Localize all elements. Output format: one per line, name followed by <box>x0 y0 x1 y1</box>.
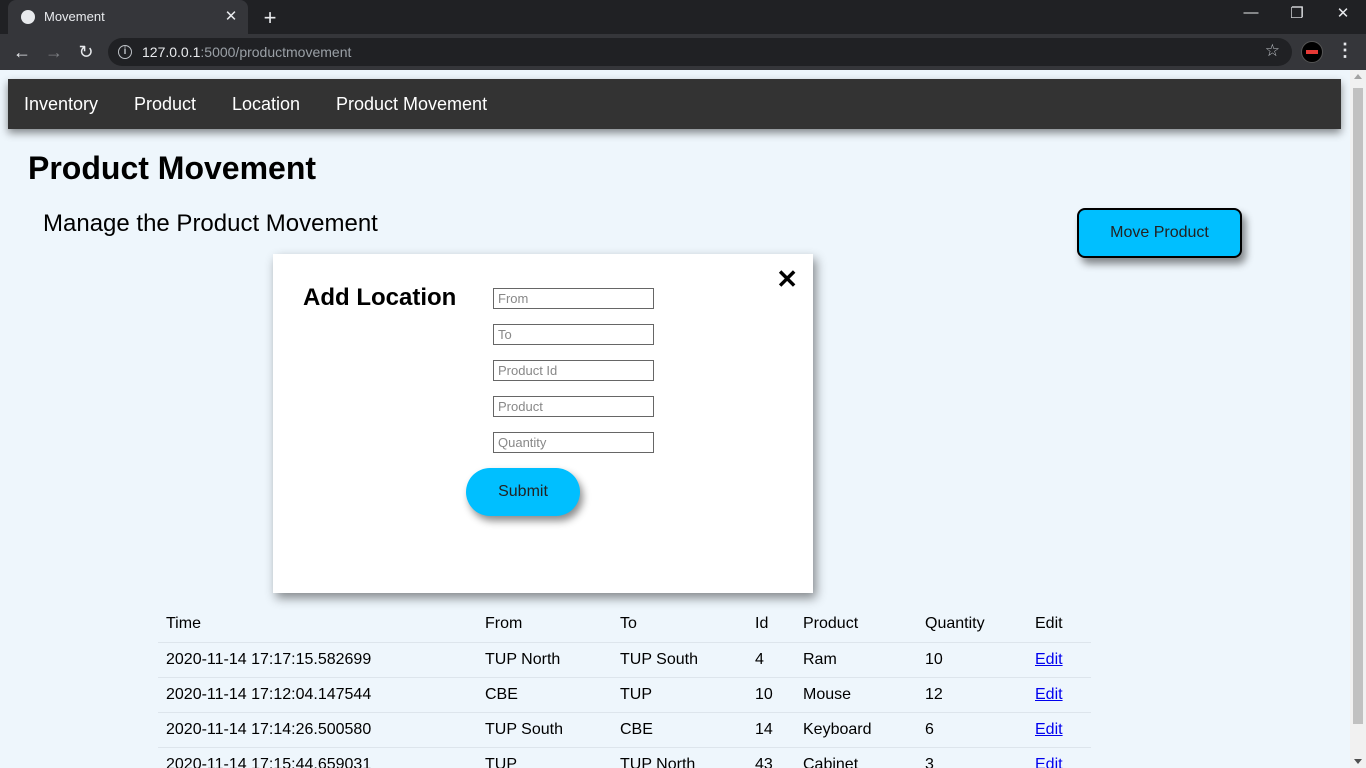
cell-from: TUP <box>477 747 612 768</box>
header-quantity: Quantity <box>917 607 1027 643</box>
cell-quantity: 3 <box>917 747 1027 768</box>
cell-from: TUP South <box>477 712 612 748</box>
cell-to: TUP North <box>612 747 747 768</box>
forward-arrow-icon[interactable]: → <box>42 40 66 64</box>
scrollbar-thumb[interactable] <box>1353 88 1363 724</box>
menu-dots-icon[interactable]: ⋮ <box>1336 40 1354 61</box>
bookmark-star-icon[interactable]: ☆ <box>1265 41 1280 61</box>
tab-title: Movement <box>44 9 105 24</box>
cell-product: Mouse <box>795 677 917 713</box>
cell-quantity: 10 <box>917 642 1027 678</box>
cell-to: TUP South <box>612 642 747 678</box>
header-edit: Edit <box>1027 607 1091 643</box>
cell-edit: Edit <box>1027 712 1091 748</box>
add-location-modal: ✕ Add Location Submit <box>273 254 813 593</box>
cell-id: 43 <box>747 747 795 768</box>
product-id-field[interactable] <box>493 360 654 381</box>
page-viewport: Inventory Product Location Product Movem… <box>0 70 1350 768</box>
url-text: 127.0.0.1:5000/productmovement <box>142 44 351 60</box>
table-header-row: Time From To Id Product Quantity Edit <box>158 607 1091 643</box>
cell-edit: Edit <box>1027 677 1091 713</box>
edit-link[interactable]: Edit <box>1035 721 1063 738</box>
edit-link[interactable]: Edit <box>1035 756 1063 768</box>
cell-quantity: 12 <box>917 677 1027 713</box>
edit-link[interactable]: Edit <box>1035 686 1063 703</box>
header-id: Id <box>747 607 795 643</box>
from-field[interactable] <box>493 288 654 309</box>
quantity-field[interactable] <box>493 432 654 453</box>
tab-close-icon[interactable]: ✕ <box>222 7 240 25</box>
product-field[interactable] <box>493 396 654 417</box>
cell-from: TUP North <box>477 642 612 678</box>
restore-button[interactable]: ❐ <box>1282 4 1312 22</box>
cell-quantity: 6 <box>917 712 1027 748</box>
page-scrollbar[interactable] <box>1350 70 1366 768</box>
globe-icon <box>21 10 35 24</box>
scroll-up-arrow-icon[interactable] <box>1354 74 1362 79</box>
move-product-button[interactable]: Move Product <box>1077 208 1242 258</box>
cell-time: 2020-11-14 17:14:26.500580 <box>158 712 477 748</box>
scroll-down-arrow-icon[interactable] <box>1354 759 1362 764</box>
browser-tab[interactable]: Movement ✕ <box>8 0 248 34</box>
new-tab-button[interactable]: + <box>259 5 281 31</box>
header-product: Product <box>795 607 917 643</box>
cell-edit: Edit <box>1027 747 1091 768</box>
cell-to: CBE <box>612 712 747 748</box>
cell-id: 10 <box>747 677 795 713</box>
nav-item-location[interactable]: Location <box>232 94 300 115</box>
top-navbar: Inventory Product Location Product Movem… <box>8 79 1341 129</box>
cell-product: Keyboard <box>795 712 917 748</box>
header-time: Time <box>158 607 477 643</box>
edit-link[interactable]: Edit <box>1035 651 1063 668</box>
to-field[interactable] <box>493 324 654 345</box>
submit-button[interactable]: Submit <box>466 468 580 516</box>
reload-icon[interactable]: ↻ <box>74 40 98 64</box>
table-row: 2020-11-14 17:14:26.500580 TUP South CBE… <box>158 712 1091 748</box>
header-from: From <box>477 607 612 643</box>
cell-to: TUP <box>612 677 747 713</box>
cell-id: 4 <box>747 642 795 678</box>
cell-id: 14 <box>747 712 795 748</box>
header-to: To <box>612 607 747 643</box>
cell-time: 2020-11-14 17:17:15.582699 <box>158 642 477 678</box>
page-title: Product Movement <box>28 150 317 186</box>
cell-product: Ram <box>795 642 917 678</box>
cell-time: 2020-11-14 17:12:04.147544 <box>158 677 477 713</box>
table-row: 2020-11-14 17:17:15.582699 TUP North TUP… <box>158 642 1091 678</box>
profile-avatar[interactable] <box>1301 41 1323 63</box>
minimize-button[interactable]: — <box>1236 4 1266 21</box>
window-close-button[interactable]: ✕ <box>1328 4 1358 22</box>
modal-title: Add Location <box>303 284 457 311</box>
movement-table: Time From To Id Product Quantity Edit 20… <box>158 607 1091 768</box>
browser-tab-bar: Movement ✕ + — ❐ ✕ <box>0 0 1366 34</box>
page-subtitle: Manage the Product Movement <box>43 210 378 237</box>
close-icon[interactable]: ✕ <box>776 264 798 295</box>
browser-toolbar: ← → ↻ i 127.0.0.1:5000/productmovement ☆… <box>0 34 1366 70</box>
address-bar[interactable]: i 127.0.0.1:5000/productmovement ☆ <box>108 38 1292 66</box>
cell-edit: Edit <box>1027 642 1091 678</box>
url-host: 127.0.0.1 <box>142 44 201 60</box>
cell-time: 2020-11-14 17:15:44.659031 <box>158 747 477 768</box>
table-row: 2020-11-14 17:12:04.147544 CBE TUP 10 Mo… <box>158 677 1091 713</box>
info-icon[interactable]: i <box>118 45 132 59</box>
nav-item-product-movement[interactable]: Product Movement <box>336 94 487 115</box>
cell-product: Cabinet <box>795 747 917 768</box>
nav-item-product[interactable]: Product <box>134 94 196 115</box>
cell-from: CBE <box>477 677 612 713</box>
url-path: :5000/productmovement <box>200 44 352 60</box>
table-row: 2020-11-14 17:15:44.659031 TUP TUP North… <box>158 747 1091 768</box>
nav-item-inventory[interactable]: Inventory <box>24 94 98 115</box>
back-arrow-icon[interactable]: ← <box>10 40 34 64</box>
